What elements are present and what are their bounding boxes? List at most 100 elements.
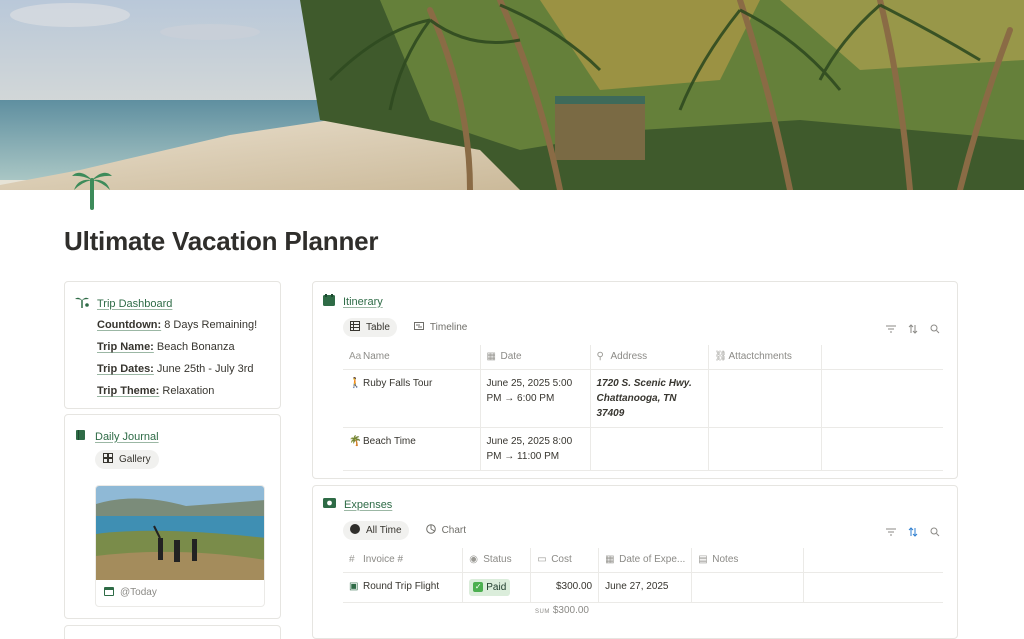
col-date-of-expense[interactable]: ▦ Date of Expe...: [598, 548, 692, 573]
circle-icon: [350, 524, 360, 537]
col-attachments[interactable]: ⛓Attactchments: [707, 345, 821, 370]
trip-dashboard-header[interactable]: Trip Dashboard: [75, 296, 172, 311]
sort-icon[interactable]: [907, 323, 919, 335]
trip-theme-label[interactable]: Trip Theme:: [97, 385, 159, 397]
cell-name[interactable]: 🚶 Ruby Falls Tour: [343, 369, 480, 428]
next-section-card: [64, 625, 281, 639]
search-icon[interactable]: [929, 323, 941, 335]
tab-timeline[interactable]: Timeline: [407, 318, 474, 337]
tab-chart[interactable]: Chart: [419, 521, 473, 540]
cell-extra: [803, 572, 943, 603]
book-icon: [75, 429, 87, 444]
col-extra: [820, 345, 943, 370]
check-icon: ✓: [473, 582, 484, 592]
money-icon: ▭: [537, 554, 547, 566]
cell-status[interactable]: ✓ Paid: [462, 572, 531, 603]
sum-value: $300.00: [552, 605, 589, 616]
table-row[interactable]: 🚶 Ruby Falls Tour June 25, 2025 5:00 PM → …: [343, 369, 943, 428]
tab-all-time[interactable]: All Time: [343, 521, 409, 540]
cell-date[interactable]: June 27, 2025: [598, 572, 692, 603]
cell-name[interactable]: 🌴 Beach Time: [343, 427, 480, 471]
expenses-card: Expenses All Time Chart # Invoice # ◉ Stat…: [312, 485, 958, 639]
cover-image: [0, 0, 1024, 190]
countdown-label[interactable]: Countdown:: [97, 319, 161, 331]
countdown-value: 8 Days Remaining!: [164, 319, 258, 331]
itinerary-view-tabs: Table Timeline: [343, 318, 474, 337]
trip-dashboard-link[interactable]: Trip Dashboard: [97, 298, 172, 310]
itinerary-card: Itinerary Table Timeline Aa Name ▦ Date ⚲ A…: [312, 281, 958, 479]
trip-dates-label[interactable]: Trip Dates:: [97, 363, 154, 375]
expenses-link[interactable]: Expenses: [344, 499, 392, 511]
table-icon: [350, 321, 360, 334]
trip-theme-row: Trip Theme: Relaxation: [97, 385, 214, 397]
table-row[interactable]: 🌴 Beach Time June 25, 2025 8:00 PM → 11:00…: [343, 427, 943, 471]
palm-sun-icon: 🌴: [349, 435, 362, 447]
text-type-icon: Aa: [349, 351, 362, 363]
sort-icon[interactable]: [907, 526, 919, 538]
cell-invoice[interactable]: ▣ Round Trip Flight: [343, 572, 463, 603]
status-icon: ◉: [469, 554, 478, 566]
palm-tree-icon[interactable]: [70, 166, 114, 212]
trip-theme-value: Relaxation: [162, 385, 215, 397]
table-row[interactable]: ▣ Round Trip Flight ✓ Paid $300.00 June 27…: [343, 572, 943, 603]
tab-table[interactable]: Table: [343, 318, 397, 337]
trip-dates-row: Trip Dates: June 25th - July 3rd: [97, 363, 254, 375]
money-icon: [323, 498, 336, 511]
col-address[interactable]: ⚲ Address: [589, 345, 708, 370]
tab-table-label: Table: [366, 322, 390, 333]
gallery-view-tab[interactable]: Gallery: [95, 450, 159, 469]
col-status[interactable]: ◉ Status: [462, 548, 531, 573]
col-invoice[interactable]: # Invoice #: [343, 548, 463, 573]
cell-notes[interactable]: [691, 572, 804, 603]
expenses-view-tabs: All Time Chart: [343, 521, 473, 540]
daily-journal-link[interactable]: Daily Journal: [95, 431, 159, 443]
pie-chart-icon: [425, 524, 436, 537]
calendar-icon: [104, 586, 114, 599]
cell-attachments[interactable]: [707, 427, 821, 471]
cost-sum[interactable]: SUM $300.00: [535, 605, 589, 616]
countdown-row: Countdown: 8 Days Remaining!: [97, 319, 257, 331]
sum-label: SUM: [535, 609, 550, 615]
gallery-view-label: Gallery: [119, 454, 151, 465]
journal-date-mention[interactable]: @Today: [120, 587, 157, 598]
col-notes[interactable]: ▤ Notes: [691, 548, 804, 573]
status-badge: ✓ Paid: [469, 578, 511, 596]
cell-extra: [820, 369, 943, 428]
search-icon[interactable]: [929, 526, 941, 538]
calendar-icon: ▦: [486, 351, 496, 363]
trip-name-label[interactable]: Trip Name:: [97, 341, 154, 353]
col-cost[interactable]: ▭ Cost: [530, 548, 599, 573]
money-icon: ▣: [349, 580, 359, 592]
expenses-header-row: # Invoice # ◉ Status ▭ Cost ▦ Date of Expe..…: [343, 548, 943, 573]
daily-journal-card: Daily Journal Gallery @Today: [64, 414, 281, 619]
cell-date[interactable]: June 25, 2025 5:00 PM → 6:00 PM: [479, 369, 590, 428]
filter-icon[interactable]: [885, 526, 897, 538]
itinerary-header[interactable]: Itinerary: [323, 294, 383, 309]
cell-address[interactable]: [589, 427, 708, 471]
itinerary-toolbar: [885, 323, 941, 335]
expenses-toolbar: [885, 526, 941, 538]
cell-date[interactable]: June 25, 2025 8:00 PM → 11:00 PM: [479, 427, 590, 471]
trip-dates-value: June 25th - July 3rd: [156, 363, 254, 375]
page-title: Ultimate Vacation Planner: [64, 226, 379, 256]
filter-icon[interactable]: [885, 323, 897, 335]
expenses-header[interactable]: Expenses: [323, 498, 392, 511]
col-date[interactable]: ▦ Date: [479, 345, 590, 370]
trip-name-row: Trip Name: Beach Bonanza: [97, 341, 235, 353]
daily-journal-header[interactable]: Daily Journal: [75, 429, 159, 444]
journal-cover-image: [96, 486, 264, 580]
col-extra: [803, 548, 943, 573]
itinerary-header-row: Aa Name ▦ Date ⚲ Address ⛓Attactchments: [343, 345, 943, 370]
itinerary-table: Aa Name ▦ Date ⚲ Address ⛓Attactchments 🚶 Ru…: [343, 345, 943, 471]
calendar-icon: ▦: [605, 554, 615, 566]
journal-gallery-card[interactable]: @Today: [95, 485, 265, 607]
palm-sun-icon: [75, 296, 89, 311]
cell-address[interactable]: 1720 S. Scenic Hwy. Chattanooga, TN 37409: [589, 369, 708, 428]
itinerary-link[interactable]: Itinerary: [343, 296, 383, 308]
tab-timeline-label: Timeline: [429, 322, 468, 333]
cell-extra: [820, 427, 943, 471]
col-name[interactable]: Aa Name: [343, 345, 480, 370]
grid-icon: [103, 453, 113, 466]
cell-cost[interactable]: $300.00: [530, 572, 599, 603]
cell-attachments[interactable]: [707, 369, 821, 428]
